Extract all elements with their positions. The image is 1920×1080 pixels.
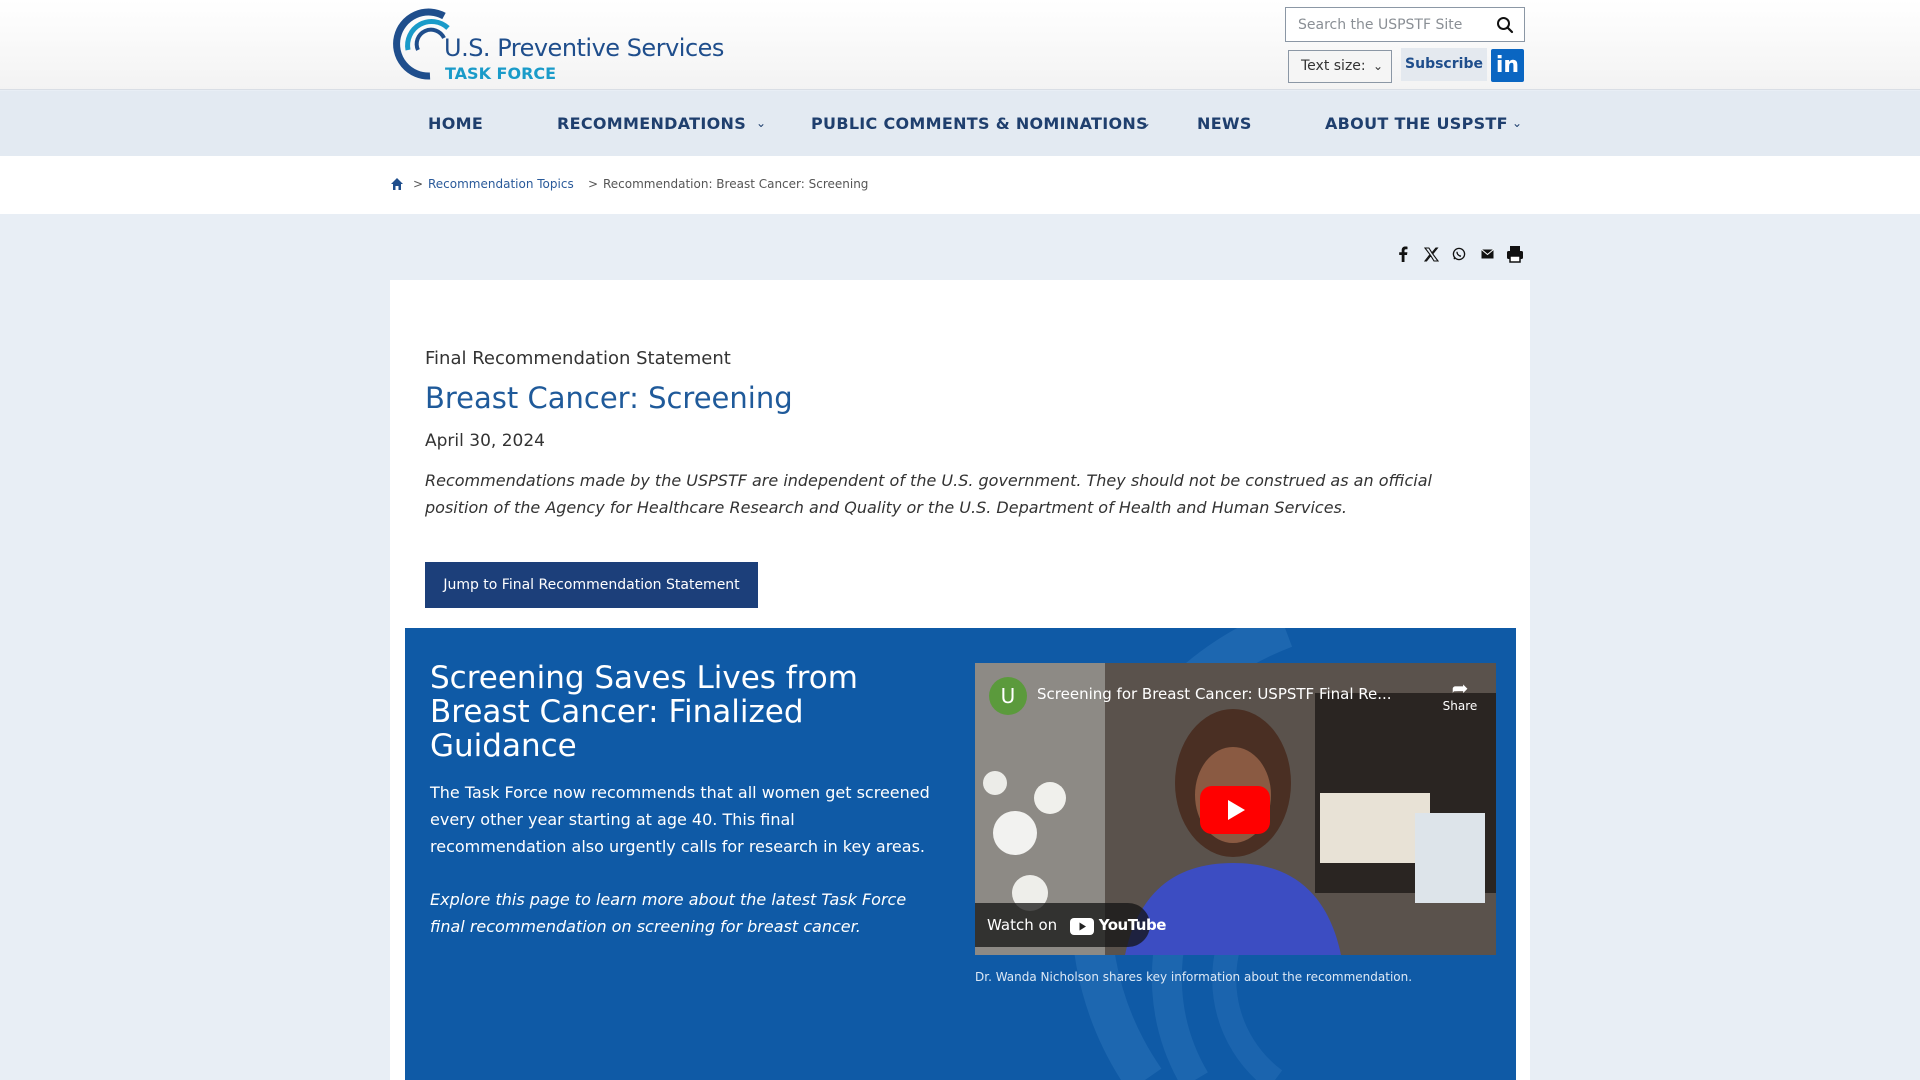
youtube-video-embed[interactable]: U Screening for Breast Cancer: USPSTF Fi…	[975, 663, 1496, 955]
nav-item-public-comments[interactable]: PUBLIC COMMENTS & NOMINATIONS	[811, 91, 1148, 156]
main-card: Final Recommendation Statement Breast Ca…	[390, 280, 1530, 1080]
watch-on-label: Watch on	[987, 916, 1058, 934]
nav-item-news[interactable]: NEWS	[1197, 91, 1252, 156]
search-icon[interactable]	[1496, 16, 1514, 34]
statement-type: Final Recommendation Statement	[425, 348, 731, 369]
jump-to-statement-button[interactable]: Jump to Final Recommendation Statement	[425, 562, 758, 608]
chevron-down-icon[interactable]: ⌄	[1141, 91, 1151, 156]
print-icon[interactable]	[1505, 244, 1525, 264]
nav-item-recommendations[interactable]: RECOMMENDATIONS	[557, 91, 746, 156]
video-share-button[interactable]: ➦ Share	[1430, 677, 1490, 713]
site-header: U.S. Preventive Services TASK FORCE Text…	[0, 0, 1920, 90]
main-nav: HOME RECOMMENDATIONS ⌄ PUBLIC COMMENTS &…	[0, 91, 1920, 156]
video-caption: Dr. Wanda Nicholson shares key informati…	[975, 970, 1413, 984]
channel-avatar[interactable]: U	[989, 677, 1027, 715]
feature-banner: Screening Saves Lives from Breast Cancer…	[405, 628, 1516, 1080]
logo-line-1: U.S. Preventive Services	[444, 34, 724, 62]
chevron-down-icon[interactable]: ⌄	[1512, 91, 1522, 156]
chevron-down-icon[interactable]: ⌄	[756, 91, 766, 156]
video-share-label: Share	[1442, 699, 1478, 713]
uspstf-logo[interactable]: U.S. Preventive Services TASK FORCE	[390, 6, 724, 83]
nav-item-home[interactable]: HOME	[428, 91, 483, 156]
logo-line-2: TASK FORCE	[445, 64, 557, 83]
breadcrumb-separator: >	[588, 177, 599, 191]
home-icon[interactable]	[390, 177, 404, 191]
play-button[interactable]	[1200, 786, 1270, 834]
facebook-icon[interactable]	[1393, 244, 1413, 264]
subscribe-button[interactable]: Subscribe	[1401, 48, 1487, 81]
publish-date: April 30, 2024	[425, 431, 545, 451]
breadcrumb-current: Recommendation: Breast Cancer: Screening	[603, 177, 869, 191]
watch-on-youtube-button[interactable]: Watch on YouTube	[975, 903, 1166, 948]
chevron-down-icon: ⌄	[1372, 59, 1383, 73]
text-size-select[interactable]: Text size: ⌄	[1288, 50, 1392, 83]
share-arrow-icon: ➦	[1451, 676, 1469, 700]
x-icon[interactable]	[1421, 244, 1441, 264]
nav-item-about[interactable]: ABOUT THE USPSTF	[1325, 91, 1508, 156]
breadcrumb-link[interactable]: Recommendation Topics	[428, 177, 574, 191]
feature-body: The Task Force now recommends that all w…	[430, 783, 930, 856]
feature-title: Screening Saves Lives from Breast Cancer…	[430, 660, 858, 764]
search-box	[1285, 7, 1525, 42]
search-input[interactable]	[1286, 8, 1486, 41]
feature-explore-text: Explore this page to learn more about th…	[430, 890, 907, 936]
breadcrumb-separator: >	[413, 177, 424, 191]
linkedin-icon[interactable]: in	[1491, 49, 1524, 82]
youtube-logo-icon	[1069, 904, 1094, 948]
page-title: Breast Cancer: Screening	[425, 381, 793, 415]
video-title[interactable]: Screening for Breast Cancer: USPSTF Fina…	[1037, 685, 1437, 703]
disclaimer-text: Recommendations made by the USPSTF are i…	[425, 471, 1432, 517]
whatsapp-icon[interactable]	[1449, 244, 1469, 264]
logo-arc-icon	[393, 8, 450, 80]
text-size-label: Text size:	[1301, 58, 1366, 74]
email-icon[interactable]	[1477, 244, 1497, 264]
youtube-label: YouTube	[1098, 916, 1167, 934]
breadcrumb: > Recommendation Topics > Recommendation…	[0, 156, 1920, 214]
